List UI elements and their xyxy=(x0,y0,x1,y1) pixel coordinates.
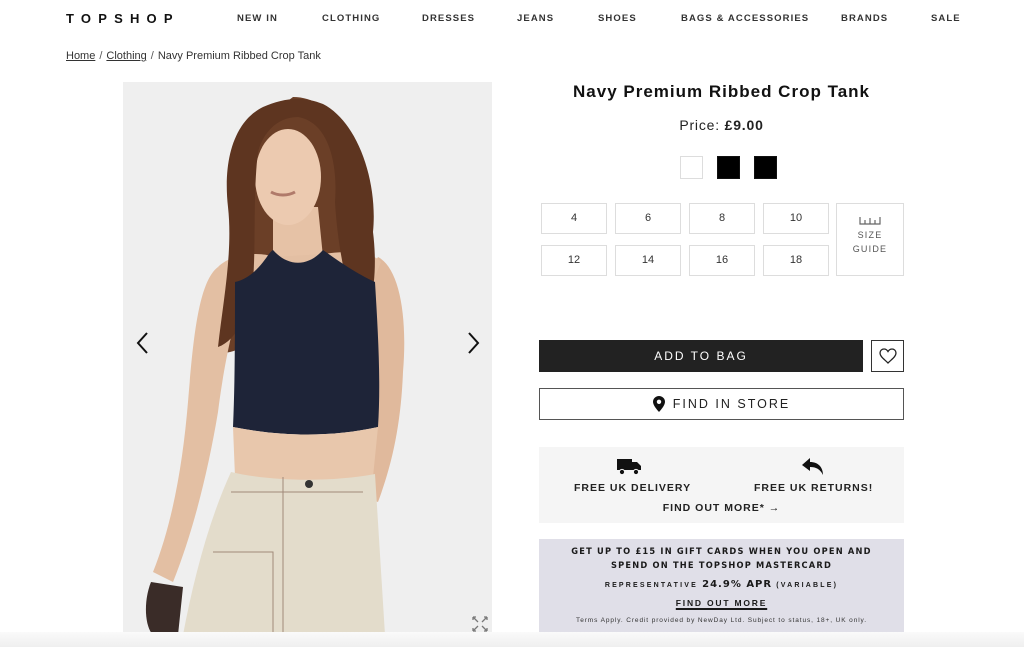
return-arrow-icon xyxy=(802,458,823,475)
nav-clothing[interactable]: CLOTHING xyxy=(322,13,380,24)
size-option-12[interactable]: 12 xyxy=(541,245,607,276)
find-in-store-label: FIND IN STORE xyxy=(672,397,791,411)
find-in-store-button[interactable]: FIND IN STORE xyxy=(539,388,904,420)
promo-terms: Terms Apply. Credit provided by NewDay L… xyxy=(576,617,867,624)
nav-dresses[interactable]: DRESSES xyxy=(422,13,475,24)
breadcrumb: Home / Clothing / Navy Premium Ribbed Crop T… xyxy=(66,50,321,62)
size-option-10[interactable]: 10 xyxy=(763,203,829,234)
free-delivery-label: FREE UK DELIVERY xyxy=(574,482,692,494)
size-guide-label-1: SIZE xyxy=(857,230,883,240)
site-header: TOPSHOP NEW IN CLOTHING DRESSES JEANS SH… xyxy=(0,0,1024,38)
swatch-white[interactable] xyxy=(680,156,703,179)
free-delivery: FREE UK DELIVERY xyxy=(574,457,690,494)
price-value: £9.00 xyxy=(724,117,764,133)
free-returns: FREE UK RETURNS! xyxy=(754,457,872,494)
size-guide-button[interactable]: SIZE GUIDE xyxy=(836,203,904,276)
topshop-logo[interactable]: TOPSHOP xyxy=(66,11,180,26)
size-guide-label-2: GUIDE xyxy=(852,244,888,254)
add-to-bag-button[interactable]: ADD TO BAG xyxy=(539,340,863,372)
expand-icon xyxy=(472,616,488,632)
product-image[interactable] xyxy=(123,82,492,635)
breadcrumb-separator: / xyxy=(150,50,154,62)
truck-icon xyxy=(617,459,641,476)
nav-bags-accessories[interactable]: BAGS & ACCESSORIES xyxy=(681,13,809,24)
nav-brands[interactable]: BRANDS xyxy=(841,13,888,24)
ruler-icon xyxy=(859,217,881,225)
product-title: Navy Premium Ribbed Crop Tank xyxy=(573,82,870,101)
expand-image-button[interactable] xyxy=(472,616,488,632)
delivery-returns-panel: FREE UK DELIVERY FREE UK RETURNS! FIND O… xyxy=(539,447,904,523)
nav-sale[interactable]: SALE xyxy=(931,13,961,24)
product-price: Price: £9.00 xyxy=(539,117,904,133)
size-option-14[interactable]: 14 xyxy=(615,245,681,276)
delivery-find-out-more-link[interactable]: FIND OUT MORE* → xyxy=(539,502,904,514)
breadcrumb-current: Navy Premium Ribbed Crop Tank xyxy=(157,50,321,62)
model-photo xyxy=(145,97,405,635)
apr-suffix: (VARIABLE) xyxy=(776,582,839,589)
breadcrumb-separator: / xyxy=(99,50,103,62)
prev-image-button[interactable] xyxy=(131,330,155,356)
promo-apr: REPRESENTATIVE 24.9% APR (VARIABLE) xyxy=(539,579,904,590)
chevron-right-icon xyxy=(468,332,480,354)
heart-icon xyxy=(878,348,897,364)
swatch-black-2[interactable] xyxy=(754,156,777,179)
promo-headline-line-1: GET UP TO £15 IN GIFT CARDS WHEN YOU OPE… xyxy=(571,547,872,557)
size-option-6[interactable]: 6 xyxy=(615,203,681,234)
breadcrumb-clothing[interactable]: Clothing xyxy=(106,50,146,62)
size-option-4[interactable]: 4 xyxy=(541,203,607,234)
apr-value: 24.9% APR xyxy=(702,579,773,590)
swatch-black[interactable] xyxy=(717,156,740,179)
mastercard-promo: GET UP TO £15 IN GIFT CARDS WHEN YOU OPE… xyxy=(539,539,904,632)
nav-shoes[interactable]: SHOES xyxy=(598,13,637,24)
apr-prefix: REPRESENTATIVE xyxy=(604,582,698,589)
free-returns-label: FREE UK RETURNS! xyxy=(754,482,874,494)
breadcrumb-home[interactable]: Home xyxy=(66,50,95,62)
next-image-button[interactable] xyxy=(461,330,485,356)
wishlist-button[interactable] xyxy=(871,340,904,372)
size-option-16[interactable]: 16 xyxy=(689,245,755,276)
size-option-8[interactable]: 8 xyxy=(689,203,755,234)
page-bottom-edge xyxy=(0,632,1024,647)
promo-headline: GET UP TO £15 IN GIFT CARDS WHEN YOU OPE… xyxy=(554,545,890,573)
size-option-18[interactable]: 18 xyxy=(763,245,829,276)
nav-jeans[interactable]: JEANS xyxy=(517,13,554,24)
promo-headline-line-2: SPEND ON THE TOPSHOP MASTERCARD xyxy=(610,561,833,571)
promo-find-out-more-link[interactable]: FIND OUT MORE xyxy=(539,598,904,608)
location-pin-icon xyxy=(652,396,665,412)
promo-link-label: FIND OUT MORE xyxy=(675,598,768,608)
chevron-left-icon xyxy=(136,332,148,354)
nav-new-in[interactable]: NEW IN xyxy=(237,13,278,24)
price-label: Price: xyxy=(679,117,720,133)
